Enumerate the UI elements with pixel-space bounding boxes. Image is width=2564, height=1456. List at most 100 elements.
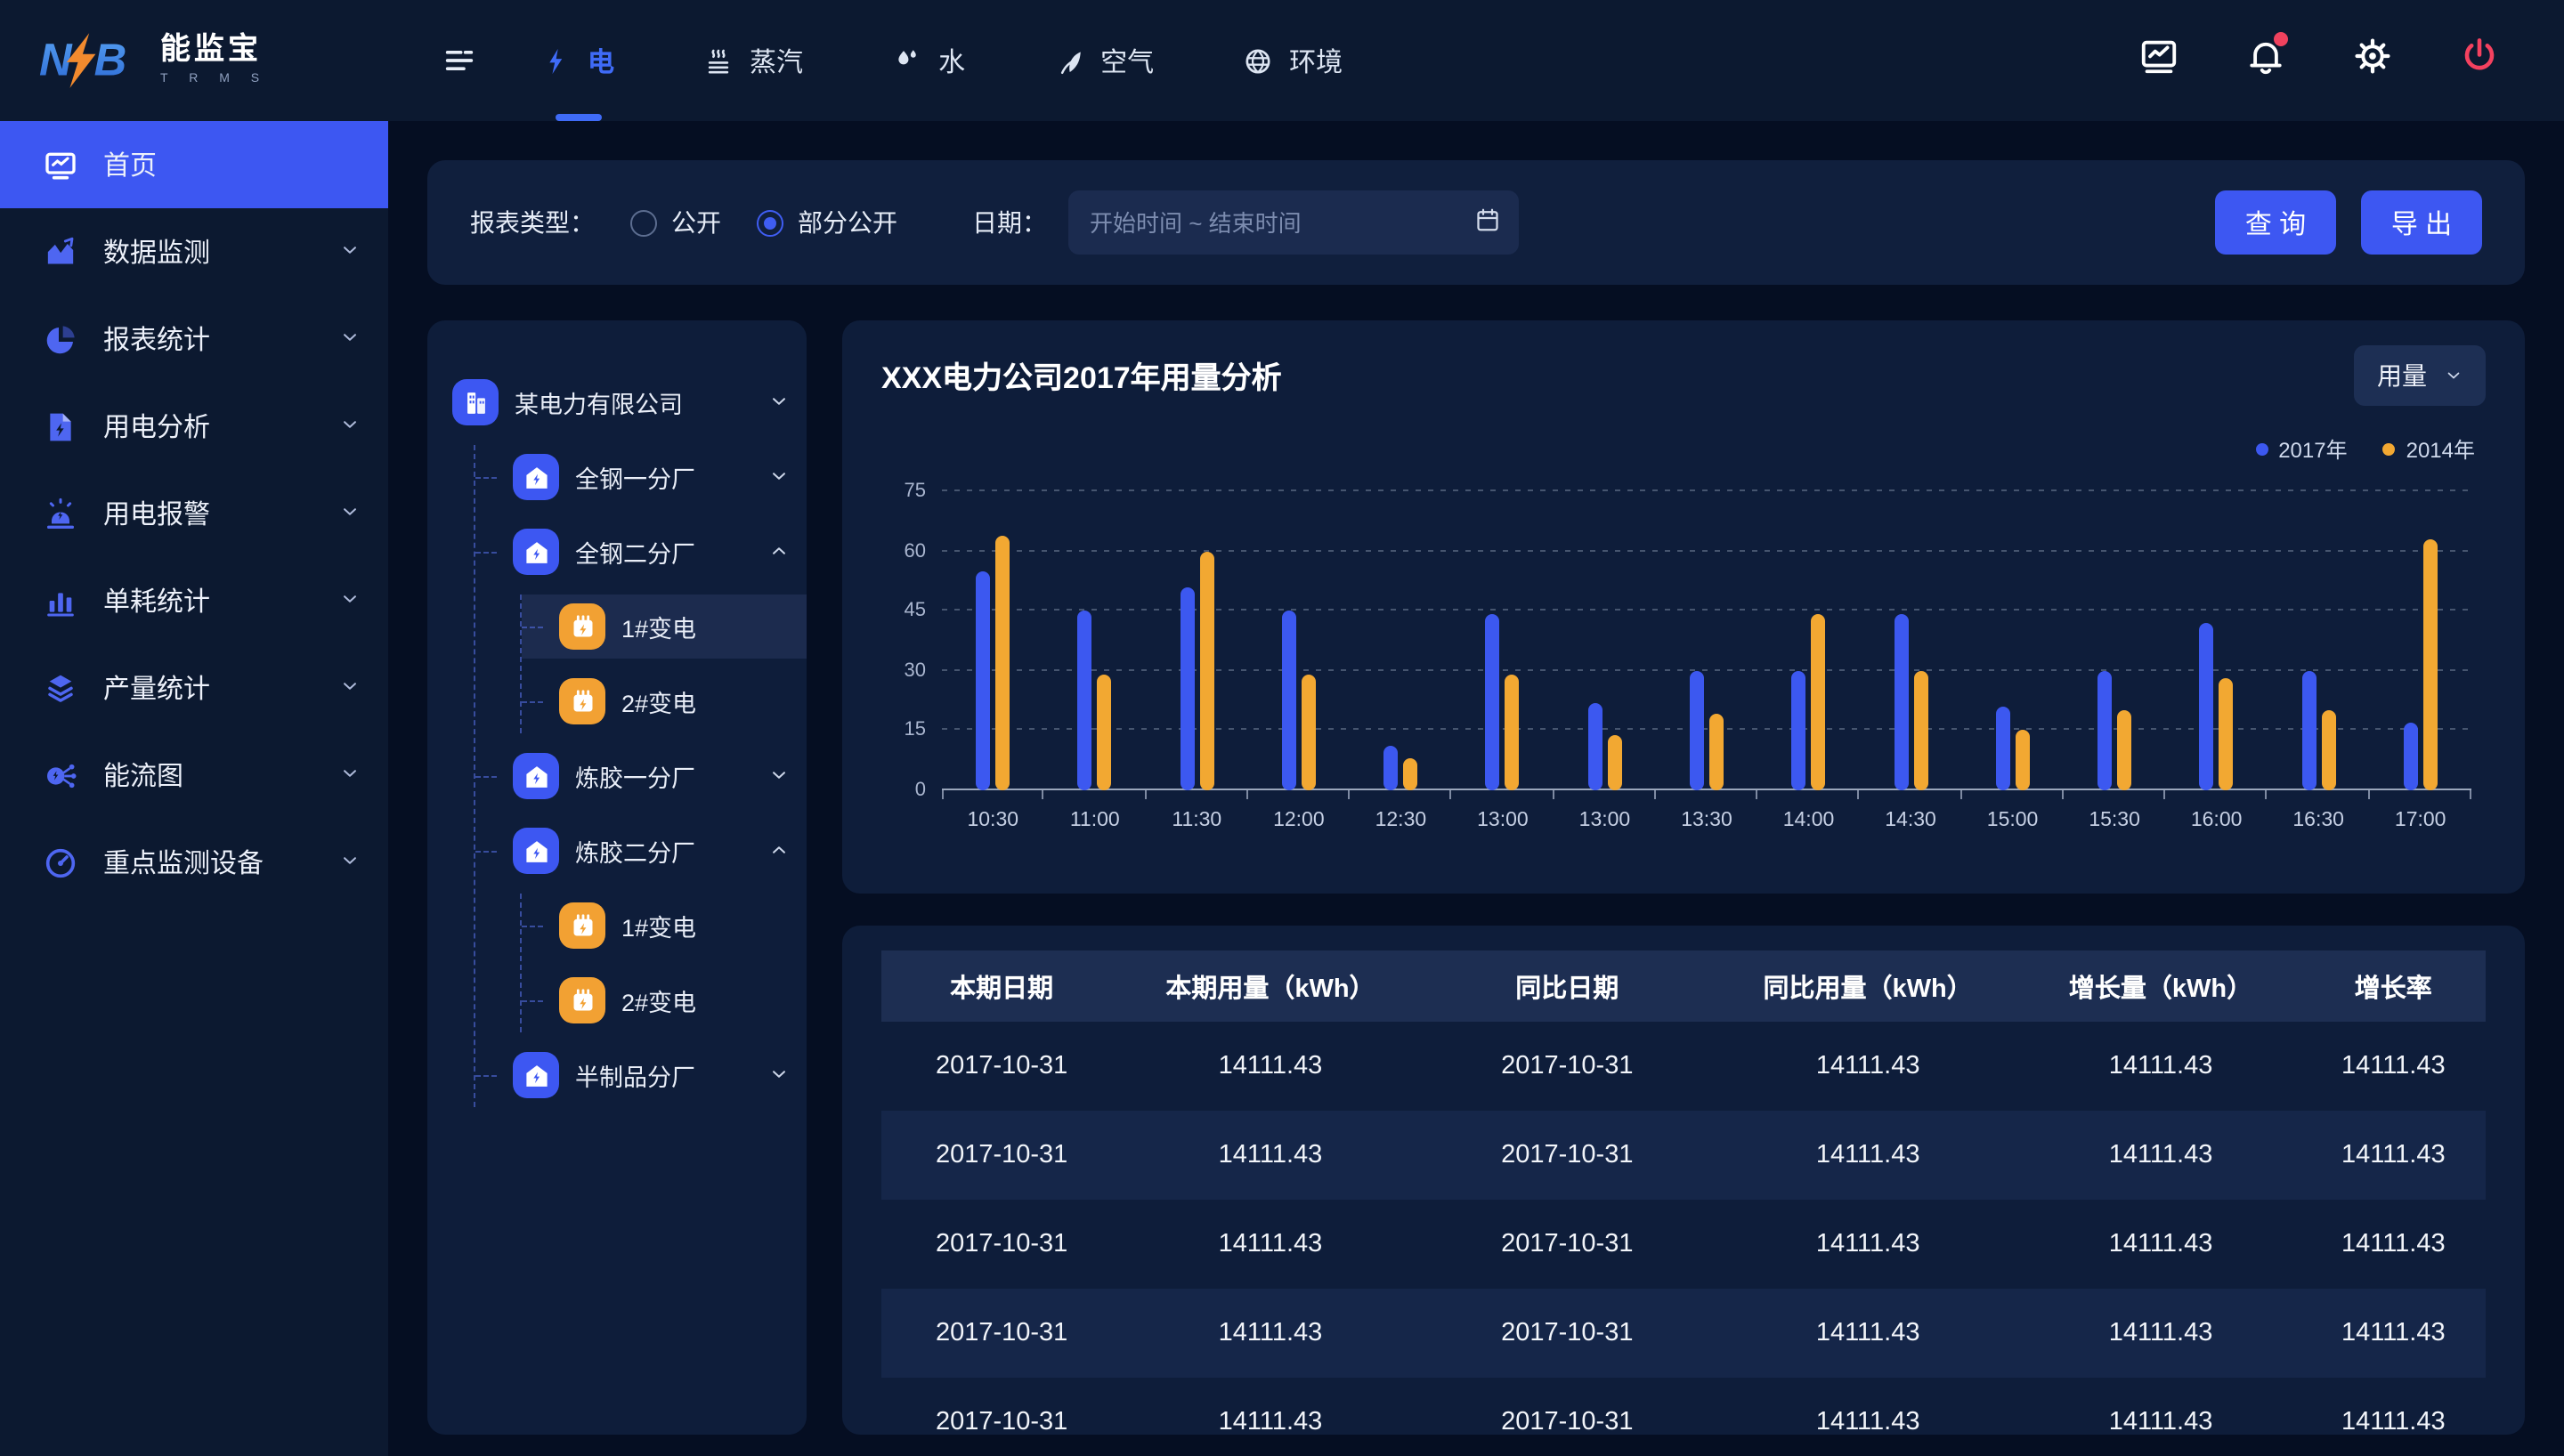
sidebar-item-首页[interactable]: 首页 — [0, 121, 388, 208]
calendar-icon[interactable] — [1474, 206, 1501, 239]
y-tick-label: 0 — [915, 780, 926, 801]
sidebar-item-label: 能流图 — [103, 756, 183, 794]
table-row: 2017-10-3114111.432017-10-3114111.431411… — [881, 1289, 2486, 1378]
tree-node-1#变电[interactable]: 1#变电 — [522, 595, 807, 659]
table-cell: 14111.43 — [1122, 1230, 1418, 1258]
bar-2017年 — [2404, 723, 2418, 790]
tree-node-全钢二分厂[interactable]: 全钢二分厂 — [475, 520, 807, 584]
bar-group-15:00: 15:00 — [1961, 491, 2064, 790]
settings-button[interactable] — [2352, 36, 2393, 85]
legend-item-2017年[interactable]: 2017年 — [2255, 434, 2347, 465]
tree-node-2#变电[interactable]: 2#变电 — [522, 968, 807, 1032]
x-tick-label: 14:00 — [1783, 810, 1835, 831]
brand-subtitle: T R M S — [160, 73, 268, 86]
tree-node-炼胶一分厂[interactable]: 炼胶一分厂 — [475, 744, 807, 808]
power-button[interactable] — [2459, 36, 2500, 85]
tree-node-label: 1#变电 — [621, 908, 696, 943]
query-button[interactable]: 查 询 — [2215, 190, 2336, 255]
chevron-down-icon — [340, 411, 360, 441]
bar-2014年 — [2219, 679, 2234, 790]
bar-2014年 — [1913, 671, 1927, 790]
chevron-down-icon — [340, 760, 360, 790]
table-cell: 14111.43 — [1122, 1408, 1418, 1435]
bar-group-16:30: 16:30 — [2268, 491, 2370, 790]
bar-2014年 — [2117, 710, 2131, 790]
monitor-button[interactable] — [2138, 36, 2179, 85]
radio-label: 部分公开 — [798, 205, 897, 240]
legend-item-2014年[interactable]: 2014年 — [2383, 434, 2475, 465]
sidebar-item-用电分析[interactable]: 用电分析 — [0, 383, 388, 470]
pie-chart-icon — [43, 321, 78, 357]
table-row: 2017-10-3114111.432017-10-3114111.431411… — [881, 1022, 2486, 1111]
x-tick-label: 16:00 — [2191, 810, 2243, 831]
meter-icon — [559, 977, 605, 1023]
x-tick-label: 16:30 — [2292, 810, 2344, 831]
export-button[interactable]: 导 出 — [2361, 190, 2482, 255]
bar-2014年 — [995, 535, 1010, 790]
doc-bolt-icon — [43, 408, 78, 444]
house-bolt-icon — [513, 753, 559, 799]
sidebar-item-单耗统计[interactable]: 单耗统计 — [0, 557, 388, 644]
sidebar-item-用电报警[interactable]: 用电报警 — [0, 470, 388, 557]
tree-node-某电力有限公司[interactable]: 某电力有限公司 — [452, 370, 807, 434]
sidebar-item-label: 数据监测 — [103, 233, 210, 271]
sidebar-item-报表统计[interactable]: 报表统计 — [0, 295, 388, 383]
tab-label: 水 — [938, 42, 965, 79]
air-icon — [1054, 45, 1084, 76]
bar-chart-icon — [43, 583, 78, 619]
bar-2014年 — [1098, 675, 1112, 790]
energy-flow-icon — [43, 757, 78, 793]
usage-table-card: 本期日期本期用量（kWh）同比日期同比用量（kWh）增长量（kWh）增长率 20… — [842, 926, 2525, 1435]
tree-node-全钢一分厂[interactable]: 全钢一分厂 — [475, 445, 807, 509]
sidebar-item-能流图[interactable]: 能流图 — [0, 732, 388, 819]
globe-icon — [1243, 45, 1273, 76]
sidebar-item-数据监测[interactable]: 数据监测 — [0, 208, 388, 295]
report-type-label: 报表类型： — [470, 205, 595, 240]
tree-node-2#变电[interactable]: 2#变电 — [522, 669, 807, 733]
bar-2017年 — [1690, 671, 1704, 790]
table-cell: 14111.43 — [2020, 1319, 2300, 1347]
notifications-button[interactable] — [2245, 36, 2286, 85]
unit-selector-dropdown[interactable]: 用量 — [2354, 345, 2486, 406]
tab-环境[interactable]: 环境 — [1243, 0, 1343, 121]
bar-2017年 — [1282, 611, 1296, 790]
steam-icon — [703, 45, 734, 76]
x-tick-label: 11:00 — [1070, 810, 1120, 831]
bar-group-14:00: 14:00 — [1757, 491, 1860, 790]
bar-group-13:00: 13:00 — [1452, 491, 1554, 790]
tab-水[interactable]: 水 — [892, 0, 965, 121]
bar-2017年 — [1996, 707, 2010, 790]
table-header-cell: 增长率 — [2301, 967, 2486, 1005]
date-range-input[interactable] — [1068, 190, 1519, 255]
bar-2014年 — [1302, 675, 1316, 790]
table-cell: 14111.43 — [1122, 1052, 1418, 1080]
tree-node-1#变电[interactable]: 1#变电 — [522, 894, 807, 958]
tree-node-炼胶二分厂[interactable]: 炼胶二分厂 — [475, 819, 807, 883]
bar-group-11:30: 11:30 — [1146, 491, 1248, 790]
layers-icon — [43, 670, 78, 706]
table-cell: 14111.43 — [1716, 1052, 2020, 1080]
collapse-menu-icon[interactable] — [442, 0, 477, 121]
usage-chart-card: XXX电力公司2017年用量分析 用量 2017年2014年 015304560… — [842, 320, 2525, 894]
x-tick-label: 13:00 — [1477, 810, 1529, 831]
sidebar-item-重点监测设备[interactable]: 重点监测设备 — [0, 819, 388, 906]
table-cell: 2017-10-31 — [881, 1052, 1122, 1080]
active-tab-underline — [555, 114, 601, 121]
tree-node-label: 某电力有限公司 — [515, 384, 683, 420]
radio-公开[interactable]: 公开 — [630, 205, 721, 240]
notification-badge — [2274, 32, 2288, 46]
tree-node-半制品分厂[interactable]: 半制品分厂 — [475, 1043, 807, 1107]
sidebar-item-产量统计[interactable]: 产量统计 — [0, 644, 388, 732]
tab-蒸汽[interactable]: 蒸汽 — [703, 0, 803, 121]
y-tick-label: 45 — [905, 600, 927, 621]
table-cell: 14111.43 — [1716, 1408, 2020, 1435]
bar-2017年 — [2097, 671, 2112, 790]
bar-group-13:30: 13:30 — [1656, 491, 1758, 790]
bar-2017年 — [2200, 623, 2214, 790]
tab-电[interactable]: 电 — [541, 0, 614, 121]
house-bolt-icon — [513, 454, 559, 500]
radio-部分公开[interactable]: 部分公开 — [757, 205, 897, 240]
legend-dot — [2383, 443, 2396, 456]
bar-group-17:00: 17:00 — [2369, 491, 2471, 790]
tab-空气[interactable]: 空气 — [1054, 0, 1154, 121]
